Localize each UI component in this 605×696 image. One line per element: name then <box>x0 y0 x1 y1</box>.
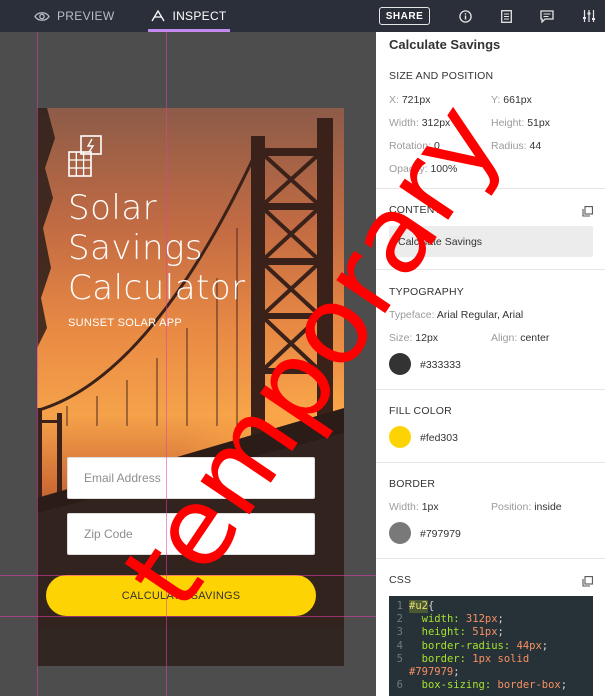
content-heading: CONTENT <box>389 204 442 216</box>
document-icon[interactable] <box>498 8 514 24</box>
code-line: 6 box-sizing: border-box; <box>396 679 568 692</box>
app-subtitle: SUNSET SOLAR APP <box>68 317 183 329</box>
height-row: Height: 51px <box>491 117 550 129</box>
vertical-guide <box>37 32 38 696</box>
panel-title: Calculate Savings <box>389 37 501 52</box>
x-row: X: 721px <box>389 94 431 106</box>
border-color-value: #797979 <box>420 528 461 540</box>
fill-color-value: #fed303 <box>420 432 458 444</box>
app-title-line: Savings <box>68 228 204 268</box>
section-divider <box>376 269 605 270</box>
inspect-panel: Calculate Savings SIZE AND POSITION X: 7… <box>376 32 605 696</box>
text-color-value: #333333 <box>420 359 461 371</box>
code-line: 4 border-radius: 44px; <box>396 639 549 652</box>
typography-heading: TYPOGRAPHY <box>389 286 464 298</box>
radius-value: 44 <box>529 140 542 152</box>
y-row: Y: 661px <box>491 94 532 106</box>
fill-color-heading: FILL COLOR <box>389 405 452 417</box>
height-value: 51px <box>527 117 550 129</box>
css-heading: CSS <box>389 574 412 586</box>
width-value: 312px <box>421 117 451 129</box>
tab-preview-label: PREVIEW <box>57 9 115 23</box>
share-button[interactable]: SHARE <box>379 7 430 25</box>
code-line: 2 width: 312px; <box>396 613 504 626</box>
border-position-value: inside <box>534 501 562 513</box>
copy-icon[interactable] <box>582 576 593 587</box>
radius-row: Radius: 44 <box>491 140 542 152</box>
typeface-row: Typeface: Arial Regular, Arial <box>389 309 524 321</box>
align-row: Align: center <box>491 332 550 344</box>
opacity-value: 100% <box>430 163 458 175</box>
typeface-value: Arial Regular, Arial <box>436 309 524 321</box>
rotation-value: 0 <box>433 140 440 152</box>
section-divider <box>376 389 605 390</box>
app-title-line: Calculator <box>68 268 246 308</box>
tab-preview[interactable]: PREVIEW <box>34 0 114 32</box>
y-value: 661px <box>503 94 532 106</box>
copy-icon[interactable] <box>582 206 593 217</box>
comment-icon[interactable] <box>539 8 555 24</box>
top-toolbar: PREVIEW INSPECT SHARE <box>0 0 605 32</box>
section-divider <box>376 462 605 463</box>
fill-color-swatch[interactable] <box>389 426 411 448</box>
code-line: 0#797979; <box>409 666 460 679</box>
code-line: 3 height: 51px; <box>396 626 504 639</box>
email-field[interactable]: Email Address <box>67 457 315 499</box>
horizontal-guide <box>0 616 376 617</box>
vertical-guide <box>166 32 167 696</box>
horizontal-guide <box>0 575 376 576</box>
tab-inspect-label: INSPECT <box>172 9 227 23</box>
text-color-swatch[interactable] <box>389 353 411 375</box>
border-width-row: Width: 1px <box>389 501 439 513</box>
size-position-heading: SIZE AND POSITION <box>389 70 494 82</box>
font-size-row: Size: 12px <box>389 332 439 344</box>
info-icon[interactable] <box>457 8 473 24</box>
sliders-icon[interactable] <box>581 8 597 24</box>
rotation-row: Rotation: 0 <box>389 140 440 152</box>
section-divider <box>376 558 605 559</box>
app-title-line: Solar <box>68 188 158 228</box>
border-heading: BORDER <box>389 478 436 490</box>
code-line: 5 border: 1px solid <box>396 652 530 665</box>
section-divider <box>376 188 605 189</box>
css-code-block[interactable]: 1 #u2 { 2 width: 312px; 3 height: 51px; 4… <box>389 596 593 696</box>
font-size-value: 12px <box>415 332 439 344</box>
calculate-savings-button[interactable]: CALCULATE SAVINGS <box>46 575 316 616</box>
border-position-row: Position: inside <box>491 501 562 513</box>
width-row: Width: 312px <box>389 117 451 129</box>
content-value[interactable]: Calculate Savings <box>389 226 593 257</box>
tab-inspect[interactable]: INSPECT <box>148 0 230 32</box>
align-value: center <box>520 332 550 344</box>
x-value: 721px <box>401 94 431 106</box>
solar-panel-logo-icon <box>68 135 102 177</box>
app-title: Solar Savings Calculator <box>68 188 246 308</box>
border-color-swatch[interactable] <box>389 522 411 544</box>
inspect-icon <box>151 10 165 22</box>
artboard[interactable]: Solar Savings Calculator SUNSET SOLAR AP… <box>37 108 344 666</box>
border-width-value: 1px <box>421 501 439 513</box>
zip-code-field[interactable]: Zip Code <box>67 513 315 555</box>
artboard-footer <box>37 628 344 666</box>
eye-icon <box>34 11 50 21</box>
opacity-row: Opacity: 100% <box>389 163 458 175</box>
code-line: 1 #u2 { <box>396 600 435 614</box>
